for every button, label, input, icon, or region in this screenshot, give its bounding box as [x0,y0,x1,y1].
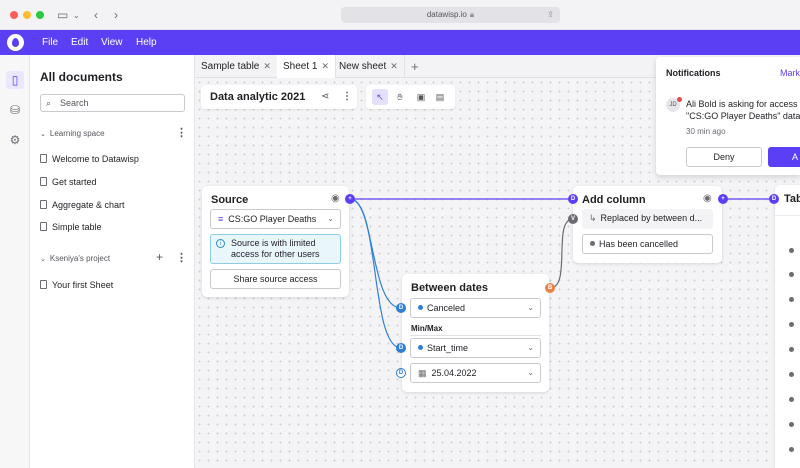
eye-icon[interactable]: ◉ [331,193,340,204]
output-port-b[interactable]: B [545,283,555,293]
return-arrow-icon: ↳ [589,213,597,223]
mode-select[interactable]: ↳ Replaced by between d... [582,209,713,229]
unread-dot [677,97,682,102]
table-row [789,422,794,427]
value-dot-icon [590,241,595,246]
field-dot-icon [418,345,423,350]
input-port-d[interactable]: D [568,194,578,204]
notification-message: Ali Bold is asking for access "CS:GO Play… [686,98,800,122]
mark-all-read-link[interactable]: Mark [780,68,800,78]
calendar-icon: ▦ [418,368,427,378]
date-picker[interactable]: ▦ 25.04.2022 ⌄ [410,363,541,383]
deny-button[interactable]: Deny [686,147,762,167]
output-port[interactable]: + [345,194,355,204]
frame-tool-icon[interactable]: ▣ [413,89,429,105]
select-value: Replaced by between d... [600,213,703,223]
share-icon[interactable]: ⋖ [321,85,329,109]
input-value: Has been cancelled [599,239,679,249]
table-row [789,397,794,402]
input-port-d[interactable]: D [396,303,406,313]
output-port[interactable]: + [718,194,728,204]
more-icon[interactable]: ⋮ [342,85,352,109]
table-row [789,372,794,377]
field-select[interactable]: Start_time ⌄ [410,338,541,358]
notifications-panel: Notifications Mark JD Ali Bold is asking… [656,57,800,175]
table-row [789,447,794,452]
input-port-v[interactable]: V [568,214,578,224]
chevron-down-icon: ⌄ [327,214,334,223]
message-line: Ali Bold is asking for access [686,99,798,109]
input-port-d[interactable]: D [769,194,779,204]
select-value: CS:GO Player Deaths [228,214,317,224]
document-title[interactable]: Data analytic 2021 [210,85,305,109]
share-source-access-button[interactable]: Share source access [210,269,341,289]
node-title: Tab [784,193,800,205]
notifications-title: Notifications [666,68,721,78]
chevron-down-icon: ⌄ [527,303,534,312]
divider [410,335,541,336]
table-row [789,248,794,253]
input-port-d[interactable]: D [396,343,406,353]
eye-icon[interactable]: ◉ [703,193,712,204]
link-between-addcolumn [549,218,574,289]
hand-tool-icon[interactable]: ✋︎ [392,89,408,105]
table-icon: ≡ [218,214,224,224]
field-select[interactable]: Canceled ⌄ [410,298,541,318]
note-tool-icon[interactable]: ▤ [432,89,448,105]
chevron-down-icon: ⌄ [527,343,534,352]
table-row [789,347,794,352]
node-title: Add column [582,194,646,206]
add-column-node[interactable]: Add column ◉ ↳ Replaced by between d... H… [573,186,722,263]
chevron-down-icon: ⌄ [527,368,534,377]
value-input[interactable]: Has been cancelled [582,234,713,254]
node-title: Source [211,194,249,206]
select-value: Canceled [427,303,466,313]
link-source-field1 [349,198,402,309]
table-node[interactable]: Tab [775,185,800,468]
select-value: Start_time [427,343,469,353]
input-port-d[interactable]: D [396,368,406,378]
row-divider [775,215,800,216]
table-row [789,297,794,302]
node-title: Between dates [411,282,489,294]
table-row [789,272,794,277]
source-table-select[interactable]: ≡ CS:GO Player Deaths ⌄ [210,209,341,229]
document-title-bar: Data analytic 2021 ⋖ ⋮ [201,85,357,109]
pointer-tool-icon[interactable]: ↖ [372,89,388,105]
between-dates-node[interactable]: Between dates Canceled ⌄ Min/Max Start_ti… [402,274,549,392]
minmax-label: Min/Max [411,324,443,333]
info-icon: i [216,239,225,248]
source-node[interactable]: Source ◉ ≡ CS:GO Player Deaths ⌄ i Source i… [202,186,349,297]
notification-time: 30 min ago [686,127,726,136]
field-dot-icon [418,305,423,310]
info-message: i Source is with limited access for other… [210,234,341,264]
info-text: Source is with limited access for other … [231,238,320,259]
date-value: 25.04.2022 [431,368,477,378]
table-row [789,322,794,327]
canvas-toolbar: ↖ ✋︎ ▣ ▤ [366,85,455,109]
link-source-field2 [349,198,402,349]
message-line: "CS:GO Player Deaths" data [686,111,800,121]
accept-button[interactable]: A [768,147,800,167]
